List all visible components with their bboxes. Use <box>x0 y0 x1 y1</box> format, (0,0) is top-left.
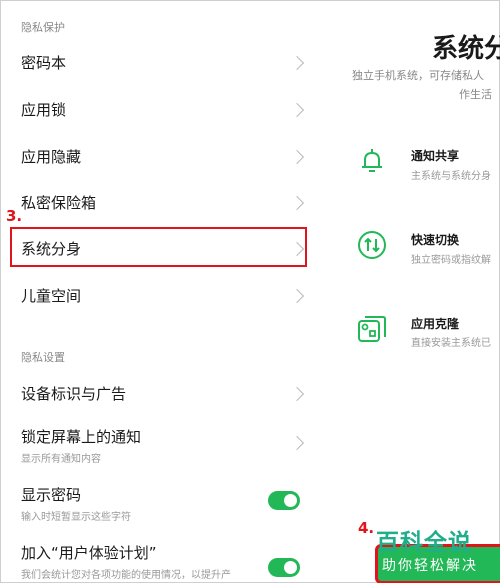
feature-title: 快速切换 <box>411 233 460 247</box>
item-sublabel: 输入时短暂显示这些字符 <box>21 512 131 523</box>
chevron-right-icon <box>289 195 305 211</box>
settings-item-app-lock[interactable]: 应用锁 <box>0 89 332 129</box>
settings-item-password-book[interactable]: 密码本 <box>0 42 332 82</box>
item-label: 加入“用户体验计划” <box>21 544 157 562</box>
system-clone-detail-pane: 系统分 独立手机系统，可存储私人 作生活 通知共享 主系统与系统分身 快速切换 … <box>332 0 500 583</box>
watermark-subtitle: 助你轻松解决 <box>382 558 478 574</box>
item-label: 设备标识与广告 <box>21 385 127 403</box>
bell-icon <box>362 149 382 172</box>
app-clone-icon <box>358 316 386 342</box>
item-label: 系统分身 <box>21 240 82 258</box>
chevron-right-icon <box>289 435 305 451</box>
chevron-right-icon <box>289 288 305 304</box>
watermark-logo: 百科全说 助你轻松解决 <box>372 519 500 583</box>
show-password-toggle[interactable] <box>268 491 300 510</box>
item-label: 密码本 <box>21 54 67 72</box>
item-sublabel: 显示所有通知内容 <box>21 454 101 465</box>
switch-icon <box>358 231 386 259</box>
item-label: 锁定屏幕上的通知 <box>21 428 142 446</box>
settings-item-show-password: 显示密码 输入时短暂显示这些字符 <box>0 478 332 524</box>
item-label: 显示密码 <box>21 486 82 504</box>
settings-item-private-safe[interactable]: 私密保险箱 <box>0 182 332 222</box>
feature-title: 应用克隆 <box>411 317 460 331</box>
section-header-settings: 隐私设置 <box>21 351 65 364</box>
settings-item-kids-space[interactable]: 儿童空间 <box>0 275 332 315</box>
user-experience-toggle[interactable] <box>268 558 300 577</box>
chevron-right-icon <box>289 386 305 402</box>
chevron-right-icon <box>289 241 305 257</box>
section-header-privacy: 隐私保护 <box>21 21 65 34</box>
step-3-annotation: 3. <box>6 207 23 225</box>
item-label: 应用隐藏 <box>21 148 82 166</box>
settings-item-user-experience-plan: 加入“用户体验计划” 我们会统计您对各项功能的使用情况，以提升产 <box>0 536 332 582</box>
item-label: 儿童空间 <box>21 287 82 305</box>
chevron-right-icon <box>289 102 305 118</box>
description-line-2: 作生活 <box>459 88 492 101</box>
chevron-right-icon <box>289 55 305 71</box>
settings-item-lockscreen-notifications[interactable]: 锁定屏幕上的通知 显示所有通知内容 <box>0 420 332 466</box>
feature-sub: 直接安装主系统已 <box>411 338 491 349</box>
feature-sub: 独立密码或指纹解 <box>411 255 491 266</box>
settings-item-system-clone[interactable]: 系统分身 <box>0 228 332 268</box>
item-label: 应用锁 <box>21 101 67 119</box>
settings-item-device-id-ads[interactable]: 设备标识与广告 <box>0 373 332 413</box>
item-label: 私密保险箱 <box>21 194 97 212</box>
watermark-title: 百科全说 <box>376 530 472 556</box>
feature-title: 通知共享 <box>411 149 460 163</box>
chevron-right-icon <box>289 149 305 165</box>
settings-item-app-hide[interactable]: 应用隐藏 <box>0 136 332 176</box>
item-sublabel: 我们会统计您对各项功能的使用情况，以提升产 <box>21 570 231 581</box>
feature-sub: 主系统与系统分身 <box>411 171 491 182</box>
page-title: 系统分 <box>432 34 500 64</box>
description-line-1: 独立手机系统，可存储私人 <box>352 69 484 82</box>
settings-pane: 隐私保护 密码本 应用锁 应用隐藏 私密保险箱 3. 系统分身 儿童空间 隐私设… <box>0 0 332 583</box>
